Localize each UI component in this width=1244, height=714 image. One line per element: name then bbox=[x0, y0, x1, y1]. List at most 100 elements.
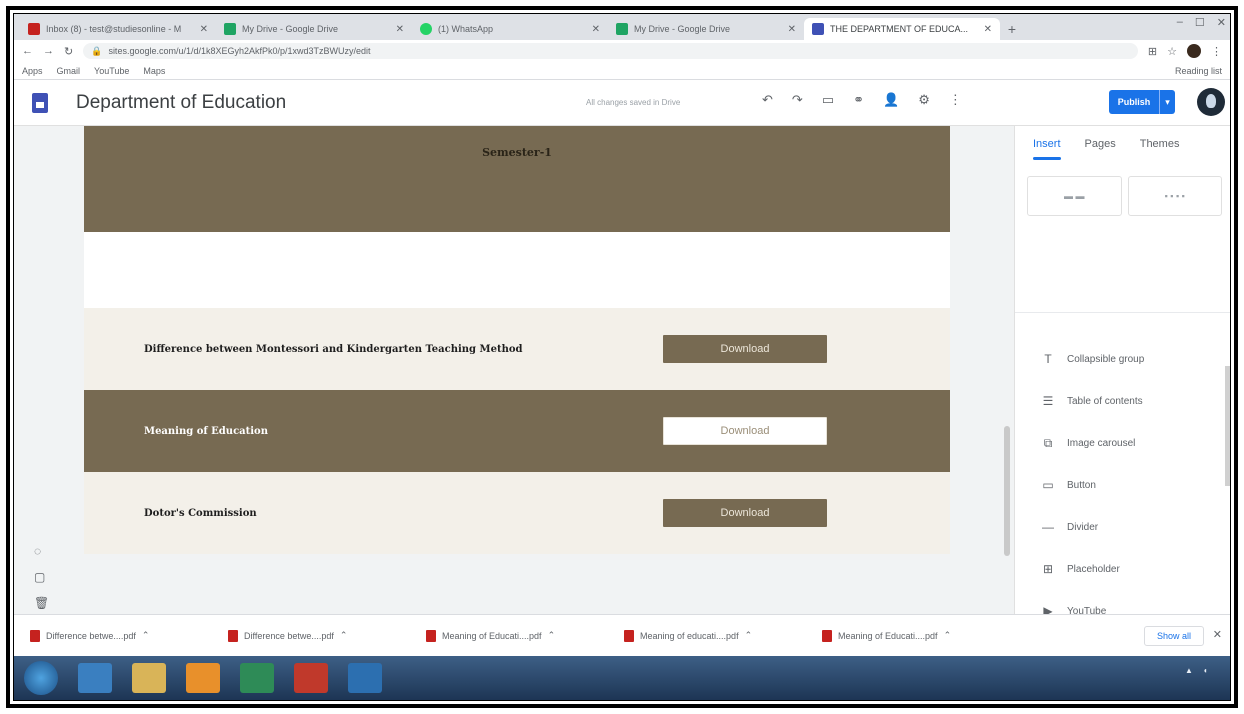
media-player-icon[interactable] bbox=[186, 663, 220, 693]
duplicate-icon[interactable]: ▢ bbox=[34, 570, 49, 584]
close-icon[interactable]: ✕ bbox=[788, 24, 796, 35]
maximize-icon[interactable]: ☐ bbox=[1195, 16, 1205, 29]
download-button[interactable]: Download bbox=[663, 417, 827, 445]
chevron-up-icon[interactable]: ⌃ bbox=[548, 630, 556, 641]
browser-tab[interactable]: (1) WhatsApp ✕ bbox=[412, 18, 608, 40]
chevron-up-icon[interactable]: ⌃ bbox=[745, 630, 753, 641]
download-item[interactable]: Meaning of Educati....pdf ⌃ bbox=[426, 629, 606, 642]
content-row[interactable]: Dotor's Commission Download bbox=[84, 472, 950, 554]
panel-tabs: Insert Pages Themes bbox=[1015, 126, 1230, 162]
volume-icon[interactable]: ◖ bbox=[1203, 666, 1208, 675]
reload-icon[interactable]: ↻ bbox=[64, 45, 73, 58]
scrollbar[interactable] bbox=[1004, 426, 1010, 556]
delete-icon[interactable]: 🗑 bbox=[34, 596, 49, 610]
editor-tools: ↶ ↷ ▭ ⚭ 👤 ⚙ ⋮ bbox=[762, 92, 962, 108]
insert-item-button[interactable]: ▭ Button bbox=[1041, 464, 1144, 506]
download-button[interactable]: Download bbox=[663, 335, 827, 363]
close-window-icon[interactable]: ✕ bbox=[1217, 16, 1226, 29]
insert-item-divider[interactable]: — Divider bbox=[1041, 506, 1144, 548]
chevron-down-icon[interactable]: ▾ bbox=[1159, 90, 1175, 114]
empty-section[interactable] bbox=[84, 232, 950, 308]
menu-icon[interactable]: ⋮ bbox=[1211, 45, 1222, 58]
chevron-up-icon[interactable]: ⌃ bbox=[142, 630, 150, 641]
chevron-up-icon[interactable]: ⌃ bbox=[944, 630, 952, 641]
insert-item-table-of-contents[interactable]: ☰ Table of contents bbox=[1041, 380, 1144, 422]
word-icon[interactable] bbox=[348, 663, 382, 693]
download-filename: Meaning of educati....pdf bbox=[640, 630, 739, 641]
close-icon[interactable]: ✕ bbox=[200, 24, 208, 35]
item-label: Table of contents bbox=[1067, 395, 1143, 407]
back-icon[interactable]: ← bbox=[22, 45, 33, 57]
item-label: Divider bbox=[1067, 521, 1099, 533]
download-item[interactable]: Meaning of Educati....pdf ⌃ bbox=[822, 629, 1002, 642]
star-icon[interactable]: ☆ bbox=[1167, 45, 1177, 58]
undo-icon[interactable]: ↶ bbox=[762, 92, 773, 108]
reading-list[interactable]: Reading list bbox=[1175, 66, 1222, 76]
browser-tab-active[interactable]: THE DEPARTMENT OF EDUCA... ✕ bbox=[804, 18, 1000, 40]
insert-list: T Collapsible group ☰ Table of contents … bbox=[1041, 338, 1144, 632]
help-icon[interactable]: ◌ bbox=[34, 544, 49, 558]
app-icon[interactable] bbox=[294, 663, 328, 693]
publish-button[interactable]: Publish bbox=[1109, 90, 1159, 114]
chevron-up-icon[interactable]: ⌃ bbox=[340, 630, 348, 641]
download-item[interactable]: Meaning of educati....pdf ⌃ bbox=[624, 629, 804, 642]
tab-pages[interactable]: Pages bbox=[1085, 138, 1116, 150]
insert-item-placeholder[interactable]: ⊞ Placeholder bbox=[1041, 548, 1144, 590]
close-icon[interactable]: ✕ bbox=[396, 24, 404, 35]
browser-tab[interactable]: Inbox (8) - test@studiesonline - M ✕ bbox=[20, 18, 216, 40]
share-icon[interactable]: 👤 bbox=[883, 92, 899, 108]
show-all-button[interactable]: Show all bbox=[1143, 626, 1204, 646]
content-row[interactable]: Meaning of Education Download bbox=[84, 390, 950, 472]
taskbar: ▲ ◖ bbox=[14, 656, 1230, 700]
download-item[interactable]: Difference betwe....pdf ⌃ bbox=[30, 629, 210, 642]
bookmark-item[interactable]: YouTube bbox=[94, 66, 129, 76]
browser-tab-strip: Inbox (8) - test@studiesonline - M ✕ My … bbox=[14, 14, 1230, 40]
download-item[interactable]: Difference betwe....pdf ⌃ bbox=[228, 629, 408, 642]
ie-icon[interactable] bbox=[78, 663, 112, 693]
address-bar[interactable]: 🔒 sites.google.com/u/1/d/1k8XEGyh2AkfPk0… bbox=[83, 43, 1138, 59]
browser-toolbar: ← → ↻ 🔒 sites.google.com/u/1/d/1k8XEGyh2… bbox=[14, 40, 1230, 62]
row-label: Difference between Montessori and Kinder… bbox=[144, 343, 523, 355]
bookmark-item[interactable]: Maps bbox=[143, 66, 165, 76]
link-icon[interactable]: ⚭ bbox=[853, 92, 864, 108]
pdf-icon bbox=[426, 629, 436, 642]
close-icon[interactable]: ✕ bbox=[984, 24, 992, 35]
settings-icon[interactable]: ⚙ bbox=[918, 92, 930, 108]
redo-icon[interactable]: ↷ bbox=[792, 92, 803, 108]
close-icon[interactable]: ✕ bbox=[1213, 628, 1222, 641]
close-icon[interactable]: ✕ bbox=[592, 24, 600, 35]
content-row[interactable]: Difference between Montessori and Kinder… bbox=[84, 308, 950, 390]
network-icon[interactable]: ▲ bbox=[1185, 666, 1193, 675]
new-tab-button[interactable]: + bbox=[1000, 18, 1024, 40]
tab-themes[interactable]: Themes bbox=[1140, 138, 1180, 150]
start-button[interactable] bbox=[24, 661, 58, 695]
bookmark-item[interactable]: Gmail bbox=[57, 66, 81, 76]
extension-icon[interactable]: ⊞ bbox=[1148, 45, 1157, 58]
text-box-tile[interactable]: ▬ ▬ bbox=[1027, 176, 1122, 216]
profile-icon[interactable] bbox=[1187, 44, 1201, 58]
chrome-icon[interactable] bbox=[240, 663, 274, 693]
forward-icon[interactable]: → bbox=[43, 45, 54, 57]
pdf-icon bbox=[228, 629, 238, 642]
header-section[interactable]: Semester-1 bbox=[84, 126, 950, 232]
layouts-tile[interactable]: ▪ ▪ ▪ ▪ bbox=[1127, 176, 1222, 216]
more-icon[interactable]: ⋮ bbox=[949, 92, 962, 108]
preview-icon[interactable]: ▭ bbox=[822, 92, 834, 108]
sites-logo-icon[interactable] bbox=[32, 92, 48, 113]
folder-icon[interactable] bbox=[132, 663, 166, 693]
insert-item-collapsible-group[interactable]: T Collapsible group bbox=[1041, 338, 1144, 380]
lock-icon: 🔒 bbox=[91, 45, 103, 56]
download-button[interactable]: Download bbox=[663, 499, 827, 527]
tab-insert[interactable]: Insert bbox=[1033, 138, 1061, 160]
bookmark-item[interactable]: Apps bbox=[22, 66, 43, 76]
insert-item-image-carousel[interactable]: ⧉ Image carousel bbox=[1041, 422, 1144, 464]
avatar[interactable] bbox=[1197, 88, 1225, 116]
text-icon: T bbox=[1044, 352, 1052, 366]
clock[interactable] bbox=[1218, 666, 1220, 675]
item-label: Collapsible group bbox=[1067, 353, 1145, 365]
site-title[interactable]: Department of Education bbox=[76, 92, 286, 114]
panel-scrollbar[interactable] bbox=[1225, 366, 1230, 486]
browser-tab[interactable]: My Drive - Google Drive ✕ bbox=[608, 18, 804, 40]
minimize-icon[interactable]: – bbox=[1177, 16, 1183, 29]
browser-tab[interactable]: My Drive - Google Drive ✕ bbox=[216, 18, 412, 40]
